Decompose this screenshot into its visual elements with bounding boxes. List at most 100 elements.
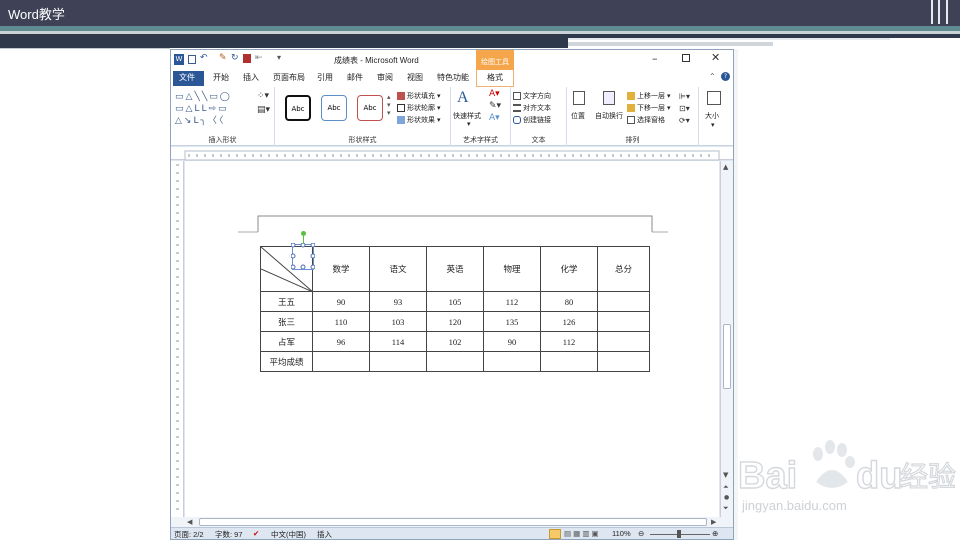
table-cell[interactable]: 80 [540,291,598,312]
bring-forward-button[interactable]: 上移一层 ▾ [627,91,670,101]
position-icon[interactable] [573,91,585,105]
table-cell[interactable]: 120 [426,311,484,332]
size-dropdown-icon[interactable]: ▾ [711,121,715,129]
tab-features[interactable]: 特色功能 [437,72,469,83]
table-cell[interactable]: 110 [312,311,370,332]
tab-view[interactable]: 视图 [407,72,423,83]
insert-mode-status[interactable]: 插入 [317,529,332,539]
customize-toolbar-icon[interactable]: ▾ [277,53,281,62]
shape-style-black[interactable]: Abc [285,95,311,121]
zoom-slider-thumb[interactable] [677,530,681,538]
tab-references[interactable]: 引用 [317,72,333,83]
send-backward-button[interactable]: 下移一层 ▾ [627,103,670,113]
browse-object-icon[interactable]: ● [724,494,729,501]
size-label[interactable]: 大小 [705,111,719,121]
view-buttons-icon[interactable]: ▤ ▦ ▥ ▣ [564,529,599,538]
format-painter-icon[interactable]: ✎ [219,53,227,63]
save-icon[interactable] [188,55,196,64]
tab-format[interactable]: 格式 [487,72,503,83]
header-cell[interactable]: 物理 [483,246,541,292]
table-cell[interactable] [312,351,370,372]
shape-style-red[interactable]: Abc [357,95,383,121]
tab-review[interactable]: 审阅 [377,72,393,83]
document-page[interactable]: 数学 语文 英语 物理 化学 总分 王五 90 93 105 112 80 张三… [185,161,719,517]
zoom-level[interactable]: 110% [612,529,631,538]
align-objects-icon[interactable]: ⊫▾ ⊡▾ ⟳▾ [679,91,690,127]
table-cell[interactable] [369,351,427,372]
print-layout-view-icon[interactable] [549,529,561,539]
header-cell[interactable]: 总分 [597,246,650,292]
language-status[interactable]: 中文(中国) [271,529,306,539]
table-cell[interactable] [597,331,650,352]
table-cell[interactable]: 126 [540,311,598,332]
previous-page-icon[interactable]: ⏶ [723,483,729,492]
scroll-up-icon[interactable]: ▲ [723,163,728,171]
row-name-cell[interactable]: 张三 [260,311,313,332]
scroll-thumb[interactable] [723,324,731,389]
print-icon[interactable] [243,54,251,63]
table-cell[interactable]: 90 [312,291,370,312]
header-cell[interactable]: 化学 [540,246,598,292]
tab-page-layout[interactable]: 页面布局 [273,72,305,83]
header-cell[interactable]: 数学 [312,246,370,292]
diagonal-header-cell[interactable] [260,231,315,292]
create-link-button[interactable]: 创建链接 [513,115,551,125]
table-cell[interactable]: 90 [483,331,541,352]
table-cell[interactable]: 103 [369,311,427,332]
scroll-left-icon[interactable]: ◀ [187,518,192,526]
row-name-cell[interactable]: 占军 [260,331,313,352]
text-box-icon[interactable]: ▤▾ [257,105,270,115]
table-cell[interactable] [597,311,650,332]
close-button[interactable]: ✕ [711,51,720,64]
table-cell[interactable] [597,291,650,312]
text-effects-icon[interactable]: A▾ [489,113,500,123]
table-cell[interactable]: 112 [540,331,598,352]
next-page-icon[interactable]: ⏷ [723,504,729,513]
tab-home[interactable]: 开始 [213,72,229,83]
table-cell[interactable]: 93 [369,291,427,312]
table-cell[interactable] [426,351,484,372]
scroll-right-icon[interactable]: ▶ [711,518,716,526]
shape-effects-button[interactable]: 形状效果 ▾ [397,115,440,125]
zoom-out-icon[interactable]: ⊖ [638,529,644,538]
text-direction-button[interactable]: 文字方向 [513,91,551,101]
page-count[interactable]: 页面: 2/2 [174,529,204,539]
wrap-text-label[interactable]: 自动换行 [595,111,623,121]
help-icon[interactable]: ? [721,72,730,81]
edit-shape-icon[interactable]: ⁘▾ [257,91,269,101]
tab-insert[interactable]: 插入 [243,72,259,83]
wrap-text-icon[interactable] [603,91,615,105]
row-name-cell[interactable]: 平均成绩 [260,351,313,372]
quick-styles-icon[interactable]: A [457,89,469,107]
vertical-ruler[interactable] [171,161,184,517]
hscroll-thumb[interactable] [199,518,707,526]
tab-mailings[interactable]: 邮件 [347,72,363,83]
vertical-scrollbar[interactable]: ▲ ▼ ⏶ ● ⏷ [720,161,733,517]
proofing-icon[interactable]: ✔ [253,529,259,538]
minimize-button[interactable]: – [652,52,658,65]
header-cell[interactable]: 语文 [369,246,427,292]
maximize-button[interactable] [682,54,690,62]
scroll-down-icon[interactable]: ▼ [723,471,728,479]
row-name-cell[interactable]: 王五 [260,291,313,312]
table-cell[interactable] [597,351,650,372]
quick-access-icon[interactable]: ⇤ [255,53,263,63]
word-count[interactable]: 字数: 97 [215,529,243,539]
shape-fill-button[interactable]: 形状填充 ▾ [397,91,440,101]
table-cell[interactable]: 102 [426,331,484,352]
text-outline-icon[interactable]: ✎▾ [489,101,501,111]
shape-gallery[interactable]: ▭△╲╲▭◯ ▭△ᒪᒪ⇨▭ △↘ᒪ╮〈〈 [175,91,253,127]
table-cell[interactable]: 114 [369,331,427,352]
tab-file[interactable]: 文件 [179,72,195,83]
text-fill-icon[interactable]: A▾ [489,89,500,99]
position-label[interactable]: 位置 [571,111,585,121]
header-cell[interactable]: 英语 [426,246,484,292]
style-gallery-more-icon[interactable]: ▴ ▾ ▾ [387,93,391,117]
redo-icon[interactable]: ↻ [231,53,239,63]
undo-icon[interactable]: ↶ [200,53,208,63]
grade-table[interactable]: 数学 语文 英语 物理 化学 总分 王五 90 93 105 112 80 张三… [260,231,650,372]
shape-style-blue[interactable]: Abc [321,95,347,121]
table-cell[interactable]: 112 [483,291,541,312]
selection-pane-button[interactable]: 选择窗格 [627,115,665,125]
size-icon[interactable] [707,91,721,105]
